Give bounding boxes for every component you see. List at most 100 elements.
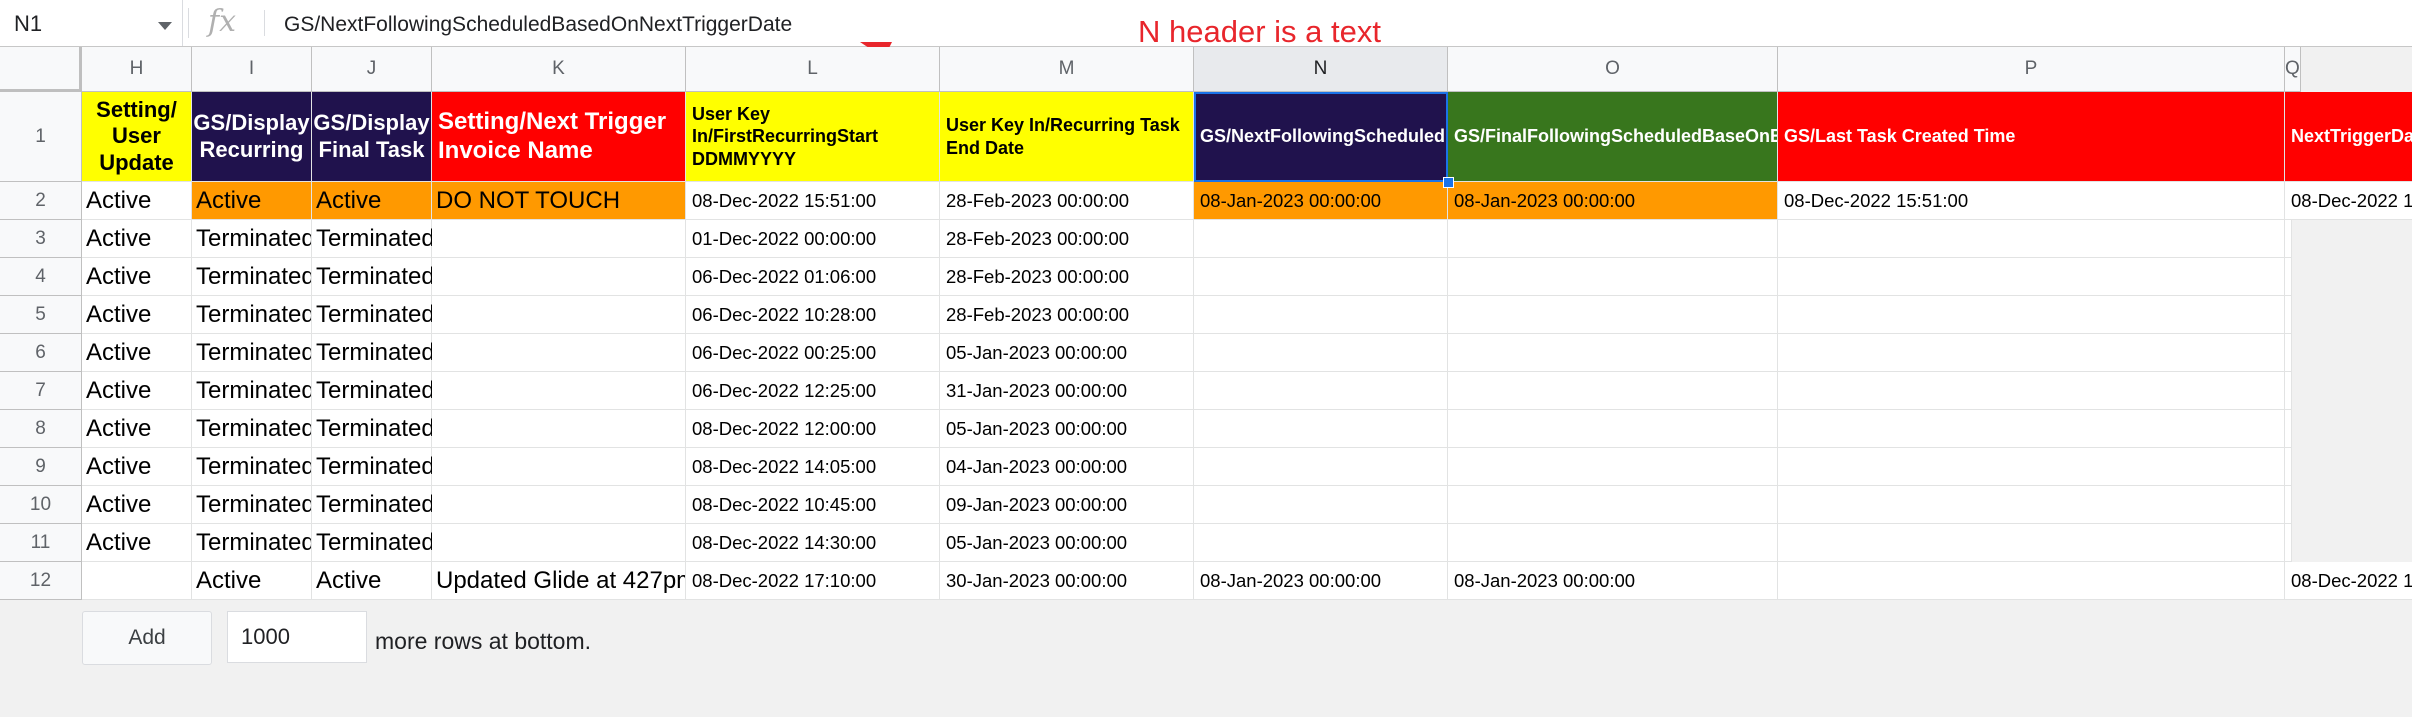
row-header[interactable]: 11 xyxy=(0,524,82,562)
table-cell[interactable] xyxy=(1194,410,1448,448)
table-cell[interactable] xyxy=(1778,562,2285,600)
header-cell-o[interactable]: GS/FinalFollowingScheduledBaseOnEndDate xyxy=(1448,92,1778,182)
column-header-l[interactable]: L xyxy=(686,47,940,92)
table-cell[interactable] xyxy=(432,296,686,334)
table-cell[interactable] xyxy=(1448,334,1778,372)
table-cell[interactable] xyxy=(1194,486,1448,524)
table-cell[interactable]: Active xyxy=(82,296,192,334)
table-cell[interactable] xyxy=(432,410,686,448)
table-cell[interactable] xyxy=(1778,296,2285,334)
table-cell[interactable]: 08-Dec-2022 15:51:00 xyxy=(686,182,940,220)
table-cell[interactable]: Active xyxy=(82,182,192,220)
table-cell[interactable]: 08-Dec-2022 17:10:00 xyxy=(2285,562,2412,600)
table-cell[interactable]: Terminated xyxy=(192,372,312,410)
header-cell-h[interactable]: Setting/ User Update xyxy=(82,92,192,182)
table-cell[interactable]: 28-Feb-2023 00:00:00 xyxy=(940,258,1194,296)
table-cell[interactable] xyxy=(432,486,686,524)
table-cell[interactable]: 08-Dec-2022 10:45:00 xyxy=(686,486,940,524)
table-cell[interactable]: 08-Jan-2023 00:00:00 xyxy=(1448,562,1778,600)
table-cell[interactable]: 05-Jan-2023 00:00:00 xyxy=(940,334,1194,372)
row-header[interactable]: 5 xyxy=(0,296,82,334)
table-cell[interactable] xyxy=(1194,296,1448,334)
table-cell[interactable]: Terminated xyxy=(312,372,435,410)
table-cell[interactable]: Active xyxy=(82,486,192,524)
table-cell[interactable] xyxy=(2285,334,2292,372)
table-cell[interactable]: 05-Jan-2023 00:00:00 xyxy=(940,410,1194,448)
name-box[interactable]: N1 xyxy=(0,0,183,46)
table-cell[interactable] xyxy=(1448,410,1778,448)
table-cell[interactable] xyxy=(2285,220,2292,258)
row-header[interactable]: 3 xyxy=(0,220,82,258)
table-cell[interactable] xyxy=(432,220,686,258)
row-header[interactable]: 2 xyxy=(0,182,82,220)
column-header-h[interactable]: H xyxy=(82,47,192,92)
table-cell[interactable] xyxy=(1778,372,2285,410)
table-cell[interactable]: 08-Dec-2022 15:51:00 xyxy=(2285,182,2412,220)
table-cell[interactable]: Active xyxy=(82,258,192,296)
table-cell[interactable]: 08-Dec-2022 12:00:00 xyxy=(686,410,940,448)
table-cell[interactable]: 01-Dec-2022 00:00:00 xyxy=(686,220,940,258)
table-cell[interactable] xyxy=(432,258,686,296)
table-cell[interactable] xyxy=(1194,334,1448,372)
table-cell[interactable]: Active xyxy=(82,524,192,562)
table-cell[interactable] xyxy=(1778,258,2285,296)
column-header-q[interactable]: Q xyxy=(2285,47,2301,92)
table-cell[interactable]: Active xyxy=(82,410,192,448)
table-cell[interactable] xyxy=(1194,258,1448,296)
table-cell[interactable]: 08-Dec-2022 14:05:00 xyxy=(686,448,940,486)
column-header-m[interactable]: M xyxy=(940,47,1194,92)
row-header[interactable]: 7 xyxy=(0,372,82,410)
table-cell[interactable] xyxy=(2285,296,2292,334)
header-cell-p[interactable]: GS/Last Task Created Time xyxy=(1778,92,2285,182)
row-header[interactable]: 8 xyxy=(0,410,82,448)
table-cell[interactable] xyxy=(1448,524,1778,562)
formula-input[interactable]: GS/NextFollowingScheduledBasedOnNextTrig… xyxy=(284,13,792,37)
table-cell[interactable]: 28-Feb-2023 00:00:00 xyxy=(940,296,1194,334)
table-cell[interactable]: 28-Feb-2023 00:00:00 xyxy=(940,220,1194,258)
table-cell[interactable]: 08-Dec-2022 15:51:00 xyxy=(1778,182,2285,220)
table-cell[interactable]: 08-Jan-2023 00:00:00 xyxy=(1194,182,1448,220)
rows-count-input[interactable]: 1000 xyxy=(227,611,367,663)
table-cell[interactable]: Terminated xyxy=(192,258,312,296)
table-cell[interactable]: Terminated xyxy=(312,296,435,334)
table-cell[interactable] xyxy=(1194,448,1448,486)
table-cell[interactable] xyxy=(1778,410,2285,448)
table-cell[interactable]: 08-Dec-2022 14:30:00 xyxy=(686,524,940,562)
row-header[interactable]: 1 xyxy=(0,92,82,182)
table-cell[interactable] xyxy=(1448,486,1778,524)
table-cell[interactable] xyxy=(82,562,192,600)
table-cell[interactable]: 06-Dec-2022 12:25:00 xyxy=(686,372,940,410)
chevron-down-icon[interactable] xyxy=(158,22,172,30)
table-cell[interactable]: Terminated xyxy=(192,448,312,486)
table-cell[interactable]: Active xyxy=(192,182,312,220)
column-header-j[interactable]: J xyxy=(312,47,432,92)
table-cell[interactable]: 08-Dec-2022 17:10:00 xyxy=(686,562,940,600)
table-cell[interactable]: 31-Jan-2023 00:00:00 xyxy=(940,372,1194,410)
table-cell[interactable] xyxy=(1448,448,1778,486)
table-cell[interactable]: 30-Jan-2023 00:00:00 xyxy=(940,562,1194,600)
row-header[interactable]: 9 xyxy=(0,448,82,486)
table-cell[interactable]: 06-Dec-2022 10:28:00 xyxy=(686,296,940,334)
table-cell[interactable] xyxy=(1448,372,1778,410)
header-cell-m[interactable]: User Key In/Recurring Task End Date xyxy=(940,92,1194,182)
table-cell[interactable]: Terminated xyxy=(312,258,435,296)
row-header[interactable]: 6 xyxy=(0,334,82,372)
table-cell[interactable] xyxy=(1778,448,2285,486)
table-cell[interactable] xyxy=(432,524,686,562)
header-cell-k[interactable]: Setting/Next Trigger Invoice Name xyxy=(432,92,686,182)
table-cell[interactable] xyxy=(1778,220,2285,258)
column-header-n[interactable]: N xyxy=(1194,47,1448,92)
fill-handle[interactable] xyxy=(1443,177,1454,188)
table-cell[interactable] xyxy=(1194,524,1448,562)
table-cell[interactable] xyxy=(2285,258,2292,296)
table-cell[interactable]: Terminated xyxy=(312,524,435,562)
table-cell[interactable]: Active xyxy=(192,562,312,600)
table-cell[interactable] xyxy=(1778,486,2285,524)
table-cell[interactable]: Active xyxy=(82,372,192,410)
table-cell[interactable]: 06-Dec-2022 00:25:00 xyxy=(686,334,940,372)
table-cell[interactable]: Active xyxy=(82,448,192,486)
table-cell[interactable] xyxy=(2285,486,2292,524)
table-cell[interactable] xyxy=(1448,258,1778,296)
table-cell[interactable] xyxy=(1194,372,1448,410)
table-cell[interactable] xyxy=(1778,334,2285,372)
